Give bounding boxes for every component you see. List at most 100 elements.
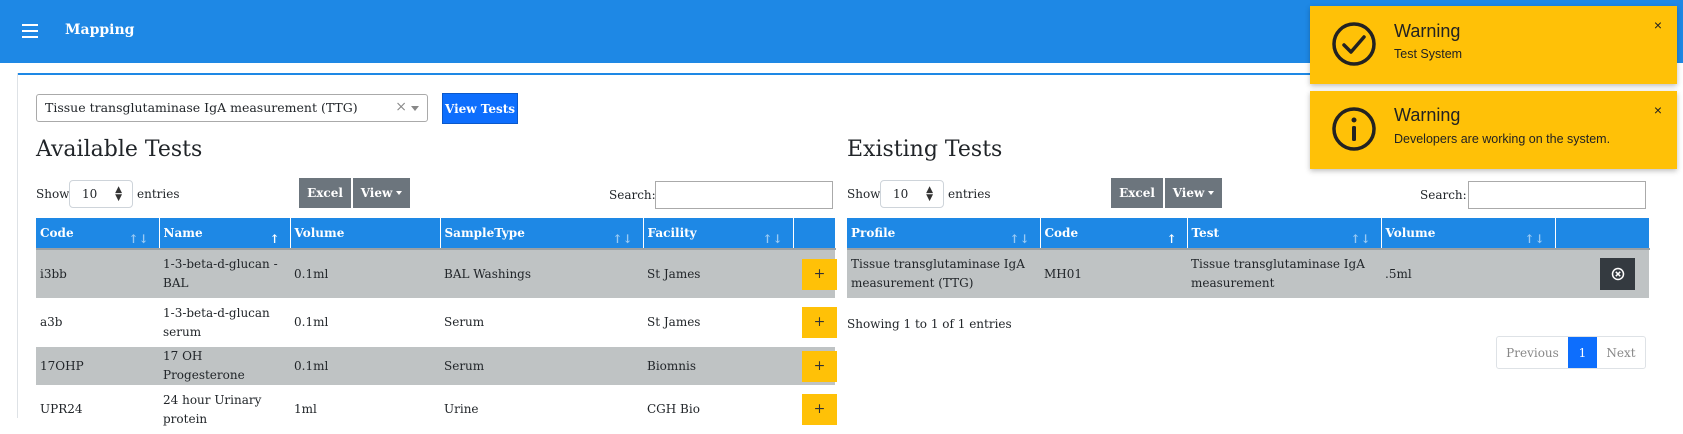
existing-entries-label: entries — [948, 187, 991, 201]
existing-excel-button[interactable]: Excel — [1111, 178, 1163, 208]
warning-toast: Warning Test System × — [1310, 6, 1677, 84]
available-view-button[interactable]: View — [353, 178, 410, 208]
existing-view-label: View — [1172, 186, 1205, 200]
toast-message: Developers are working on the system. — [1394, 132, 1611, 146]
column-header-code[interactable]: Code ↑↓ — [36, 218, 160, 249]
available-search-label: Search: — [609, 188, 656, 202]
cell-facility: St James — [643, 248, 793, 298]
warning-toast: Warning Developers are working on the sy… — [1310, 91, 1677, 169]
chevron-down-icon[interactable] — [411, 106, 419, 111]
panel-left-border — [17, 73, 18, 418]
toast-title: Warning — [1394, 21, 1461, 41]
cell-volume: 1ml — [290, 385, 440, 434]
column-header-volume[interactable]: Volume ↑↓ — [1381, 218, 1556, 249]
available-show-label: Show — [36, 187, 70, 201]
available-view-label: View — [360, 186, 393, 200]
sort-icon: ↑↓ — [612, 232, 633, 246]
existing-length-value: 10 — [893, 187, 909, 201]
close-circle-icon — [1611, 267, 1624, 281]
table-row: UPR24 24 hour Urinary protein 1ml Urine … — [36, 385, 837, 434]
existing-length-select[interactable]: 10 ▲ ▼ — [880, 180, 944, 208]
sort-icon: ↑↓ — [1524, 232, 1545, 246]
caret-down-icon — [396, 191, 403, 195]
profile-select[interactable]: Tissue transglutaminase IgA measurement … — [36, 94, 428, 122]
table-row: a3b 1-3-beta-d-glucan serum 0.1ml Serum … — [36, 298, 837, 347]
check-circle-icon — [1332, 22, 1376, 66]
close-icon[interactable]: × — [1654, 102, 1662, 118]
table-row: 17OHP 17 OH Progesterone 0.1ml Serum Bio… — [36, 347, 837, 385]
existing-show-label: Show — [847, 187, 881, 201]
cell-code: i3bb — [36, 248, 159, 298]
available-length-value: 10 — [82, 187, 98, 201]
add-test-button[interactable]: + — [802, 394, 837, 425]
table-row: i3bb 1-3-beta-d-glucan - BAL 0.1ml BAL W… — [36, 248, 837, 298]
next-page-button[interactable]: Next — [1597, 337, 1645, 368]
available-entries-label: entries — [137, 187, 180, 201]
available-excel-button[interactable]: Excel — [299, 178, 351, 208]
existing-tests-title: Existing Tests — [847, 137, 1003, 162]
sort-asc-icon: ↑ — [1166, 232, 1177, 246]
existing-tests-table: Profile ↑↓ Code ↑ Test ↑↓ Volume ↑↓ Tissue t… — [847, 218, 1650, 298]
toast-message: Test System — [1394, 47, 1463, 61]
existing-search-label: Search: — [1420, 188, 1467, 202]
cell-volume: .5ml — [1381, 248, 1555, 298]
existing-search-input[interactable] — [1468, 181, 1646, 209]
cell-code: UPR24 — [36, 385, 159, 434]
cell-sampletype: Urine — [440, 385, 643, 434]
column-header-action — [1555, 218, 1650, 249]
column-header-volume[interactable]: Volume — [290, 218, 441, 249]
cell-name: 1-3-beta-d-glucan - BAL — [159, 248, 290, 298]
close-icon[interactable]: × — [1654, 17, 1662, 33]
table-header-row: Profile ↑↓ Code ↑ Test ↑↓ Volume ↑↓ — [847, 218, 1650, 249]
toast-title: Warning — [1394, 105, 1461, 125]
available-search-input[interactable] — [655, 181, 833, 209]
cell-facility: St James — [643, 298, 793, 347]
previous-page-button[interactable]: Previous — [1497, 337, 1568, 368]
add-test-button[interactable]: + — [802, 258, 837, 290]
column-header-profile[interactable]: Profile ↑↓ — [847, 218, 1041, 249]
sort-icon: ↑↓ — [1009, 232, 1030, 246]
sort-icon: ↑↓ — [762, 232, 783, 246]
table-row: Tissue transglutaminase IgA measurement … — [847, 248, 1649, 298]
column-header-test[interactable]: Test ↑↓ — [1187, 218, 1382, 249]
available-length-select[interactable]: 10 ▲ ▼ — [69, 180, 133, 208]
add-test-button[interactable]: + — [802, 350, 837, 382]
cell-volume: 0.1ml — [290, 347, 440, 385]
column-header-code[interactable]: Code ↑ — [1040, 218, 1188, 249]
existing-view-button[interactable]: View — [1165, 178, 1222, 208]
cell-sampletype: BAL Washings — [440, 248, 643, 298]
caret-down-icon — [1208, 191, 1215, 195]
menu-icon[interactable] — [22, 24, 38, 38]
cell-volume: 0.1ml — [290, 298, 440, 347]
cell-sampletype: Serum — [440, 298, 643, 347]
sort-icon: ↑↓ — [1350, 232, 1371, 246]
cell-profile: Tissue transglutaminase IgA measurement … — [847, 248, 1040, 298]
available-tests-table: Code ↑↓ Name ↑ Volume SampleType ↑↓ Facilit… — [36, 218, 837, 434]
cell-sampletype: Serum — [440, 347, 643, 385]
cell-name: 24 hour Urinary protein — [159, 385, 290, 434]
cell-test: Tissue transglutaminase IgA measurement — [1187, 248, 1381, 298]
column-header-action — [793, 218, 836, 249]
sort-asc-icon: ↑ — [269, 232, 280, 246]
cell-name: 1-3-beta-d-glucan serum — [159, 298, 290, 347]
available-tests-title: Available Tests — [36, 137, 203, 162]
cell-code: MH01 — [1040, 248, 1187, 298]
cell-facility: Biomnis — [643, 347, 793, 385]
updown-icon: ▲ ▼ — [115, 185, 122, 203]
clear-selection-icon[interactable]: × — [395, 99, 407, 115]
add-test-button[interactable]: + — [802, 307, 837, 338]
table-info: Showing 1 to 1 of 1 entries — [847, 317, 1012, 331]
table-header-row: Code ↑↓ Name ↑ Volume SampleType ↑↓ Facilit… — [36, 218, 836, 249]
cell-facility: CGH Bio — [643, 385, 793, 434]
column-header-sampletype[interactable]: SampleType ↑↓ — [440, 218, 644, 249]
profile-select-value: Tissue transglutaminase IgA measurement … — [45, 100, 358, 115]
cell-name: 17 OH Progesterone — [159, 347, 290, 385]
page-1-button[interactable]: 1 — [1568, 337, 1597, 368]
view-tests-button[interactable]: View Tests — [442, 93, 518, 124]
updown-icon: ▲ ▼ — [926, 185, 933, 203]
remove-test-button[interactable] — [1600, 258, 1635, 290]
column-header-facility[interactable]: Facility ↑↓ — [643, 218, 794, 249]
cell-code: a3b — [36, 298, 159, 347]
column-header-name[interactable]: Name ↑ — [159, 218, 291, 249]
cell-code: 17OHP — [36, 347, 159, 385]
